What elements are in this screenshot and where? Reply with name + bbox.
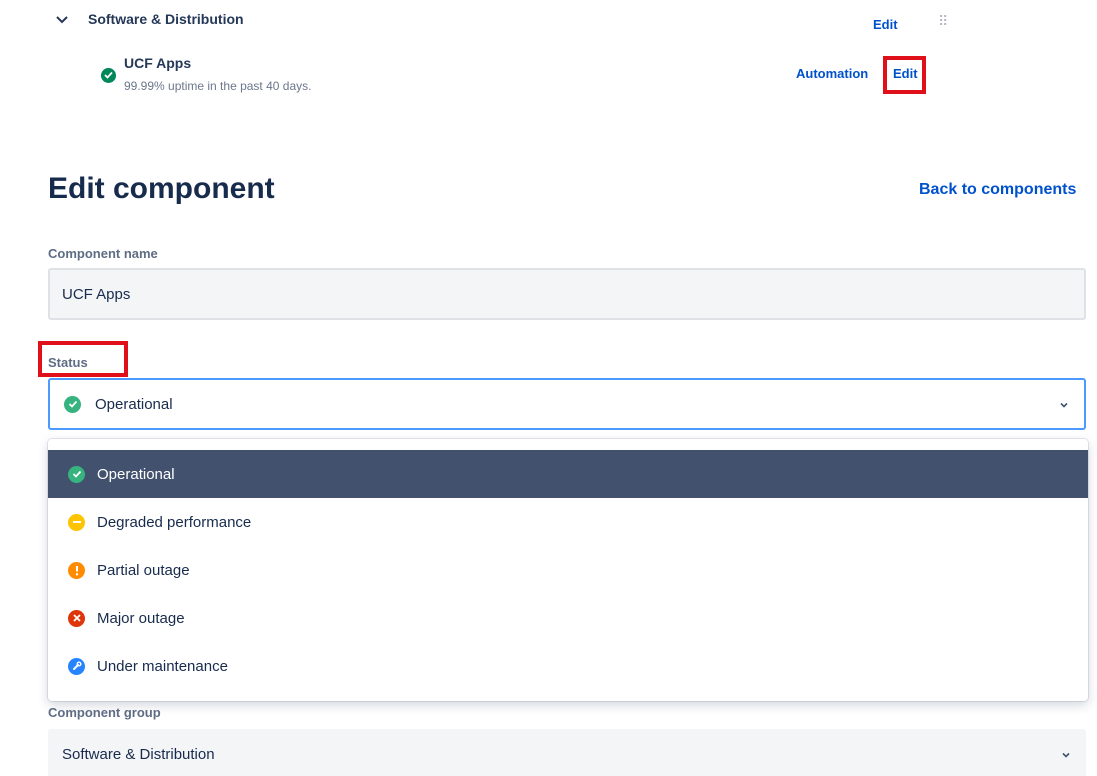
component-name-input[interactable]: UCF Apps — [48, 268, 1086, 320]
exclamation-icon — [68, 561, 85, 579]
automation-link[interactable]: Automation — [796, 66, 868, 81]
component-name-value: UCF Apps — [62, 285, 131, 303]
option-label: Partial outage — [97, 561, 190, 579]
chevron-down-icon — [1060, 748, 1072, 760]
status-option-partial-outage[interactable]: Partial outage — [48, 546, 1088, 594]
group-title: Software & Distribution — [88, 11, 244, 27]
check-icon — [68, 465, 85, 483]
check-circle-icon — [101, 66, 116, 84]
chevron-down-icon — [1058, 398, 1070, 410]
drag-handle-icon[interactable]: ⠿ — [938, 13, 949, 30]
status-option-major-outage[interactable]: Major outage — [48, 594, 1088, 642]
collapse-chevron-icon[interactable] — [54, 12, 70, 28]
status-option-operational[interactable]: Operational — [48, 450, 1088, 498]
status-dropdown-menu: Operational Degraded performance Partial… — [48, 439, 1088, 701]
status-selected-value: Operational — [95, 395, 173, 413]
status-select[interactable]: Operational — [48, 378, 1086, 430]
option-label: Major outage — [97, 609, 185, 627]
minus-icon — [68, 513, 85, 531]
option-label: Degraded performance — [97, 513, 252, 531]
component-uptime: 99.99% uptime in the past 40 days. — [124, 79, 312, 93]
group-edit-link[interactable]: Edit — [873, 17, 898, 32]
component-name-label: Component name — [48, 246, 158, 261]
edit-highlight-box — [883, 56, 926, 94]
component-group-value: Software & Distribution — [62, 745, 215, 763]
component-group-label: Component group — [48, 705, 161, 720]
option-label: Under maintenance — [97, 657, 228, 675]
page-title: Edit component — [48, 172, 275, 205]
wrench-icon — [68, 657, 85, 675]
status-label: Status — [48, 355, 88, 370]
option-label: Operational — [97, 465, 175, 483]
cross-icon — [68, 609, 85, 627]
status-option-under-maintenance[interactable]: Under maintenance — [48, 642, 1088, 690]
operational-status-icon — [64, 395, 81, 413]
component-name: UCF Apps — [124, 55, 192, 71]
status-option-degraded-performance[interactable]: Degraded performance — [48, 498, 1088, 546]
back-to-components-link[interactable]: Back to components — [919, 181, 1076, 199]
component-group-select[interactable]: Software & Distribution — [48, 729, 1086, 776]
